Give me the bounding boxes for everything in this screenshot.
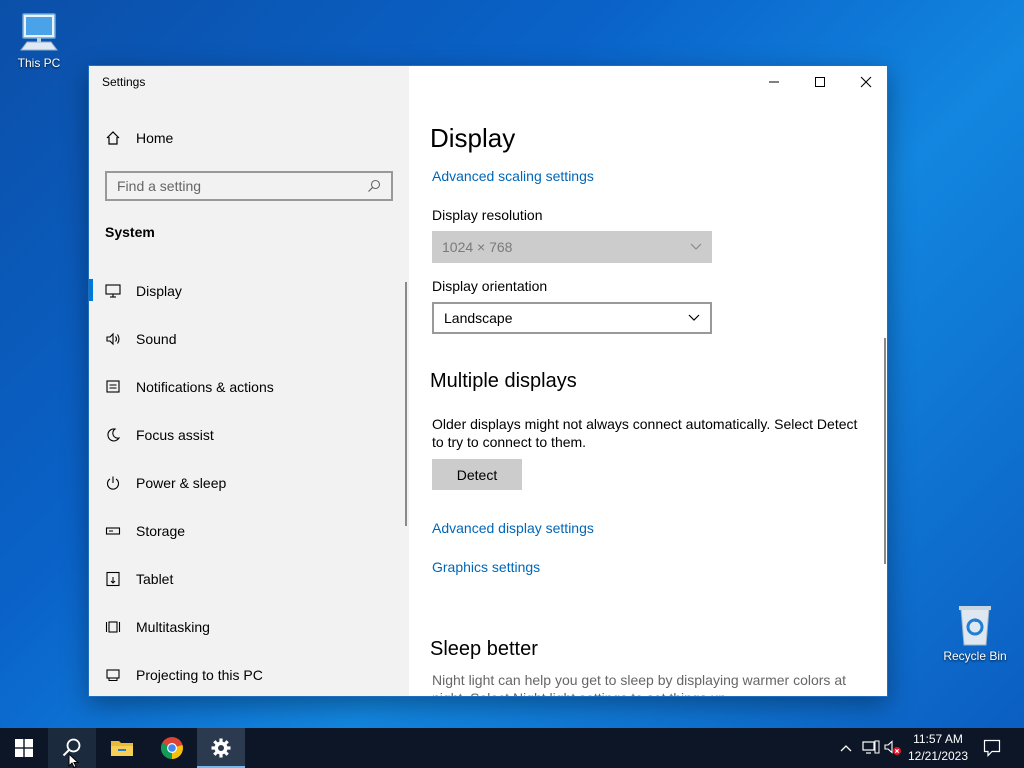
close-button[interactable] [843,66,887,98]
sleep-better-heading: Sleep better [430,638,538,660]
network-tray-button[interactable] [860,728,882,768]
sidebar-item-label: Tablet [136,571,174,587]
content-scrollbar[interactable] [884,338,886,564]
close-icon [860,76,872,88]
sidebar-item-label: Power & sleep [136,475,227,491]
clock-time: 11:57 AM [913,732,963,746]
sidebar-item-focus-assist[interactable]: Focus assist [89,411,409,459]
action-center-icon [983,739,1001,757]
network-icon [862,740,880,754]
moon-icon [105,427,121,443]
chevron-down-icon [690,243,702,250]
maximize-icon [815,77,825,87]
taskbar-clock[interactable]: 11:57 AM 12/21/2023 [902,731,974,765]
speaker-icon [105,331,121,347]
home-label: Home [136,130,174,146]
graphics-settings-link[interactable]: Graphics settings [432,559,540,575]
sidebar-item-label: Projecting to this PC [136,667,263,683]
sidebar-item-multitasking[interactable]: Multitasking [89,603,409,651]
sleep-better-text: Night light can help you get to sleep by… [432,672,846,696]
window-title: Settings [102,75,146,89]
windows-start-icon [15,739,33,757]
show-hidden-icons-button[interactable] [836,728,856,768]
chevron-down-icon [688,314,700,321]
sidebar-item-label: Sound [136,331,177,347]
sidebar-item-display[interactable]: Display [89,267,409,315]
chevron-up-icon [840,745,852,752]
advanced-display-link[interactable]: Advanced display settings [432,520,594,536]
sidebar-item-label: Storage [136,523,186,539]
file-explorer-taskbar-button[interactable] [98,728,146,768]
section-title: System [105,224,155,240]
start-button[interactable] [0,728,48,768]
sidebar-item-tablet[interactable]: Tablet [89,555,409,603]
search-placeholder: Find a setting [117,178,202,194]
sidebar-item-label: Display [136,283,182,299]
orientation-dropdown[interactable]: Landscape [432,302,712,334]
orientation-value: Landscape [444,310,513,326]
recycle-bin-icon [959,606,991,646]
content-pane: Display Advanced scaling settings Displa… [409,66,887,696]
volume-tray-button[interactable] [883,728,903,768]
settings-gear-icon [211,738,231,758]
computer-icon [20,13,58,51]
home-nav-item[interactable]: Home [105,130,173,146]
desktop-icon-recycle-bin[interactable]: Recycle Bin [937,603,1013,663]
home-icon [106,131,120,145]
tablet-icon [105,571,121,587]
file-explorer-icon [111,741,133,756]
desktop-icon-label: Recycle Bin [943,649,1007,663]
resolution-label: Display resolution [432,207,543,223]
sidebar-item-notifications[interactable]: Notifications & actions [89,363,409,411]
sidebar-item-sound[interactable]: Sound [89,315,409,363]
advanced-scaling-link[interactable]: Advanced scaling settings [432,168,594,184]
resolution-value: 1024 × 768 [442,239,513,255]
sidebar-item-storage[interactable]: Storage [89,507,409,555]
search-input[interactable]: Find a setting [105,171,393,201]
sidebar-scrollbar[interactable] [405,282,407,526]
action-center-button[interactable] [978,728,1006,768]
search-icon [368,179,381,192]
minimize-icon [769,81,779,83]
taskbar: 11:57 AM 12/21/2023 [0,728,1024,768]
monitor-icon [105,283,121,299]
multiple-displays-text: Older displays might not always connect … [432,416,858,450]
sidebar-item-label: Focus assist [136,427,214,443]
settings-taskbar-button[interactable] [197,728,245,768]
orientation-label: Display orientation [432,278,548,294]
desktop-icon-label: This PC [17,56,61,70]
sidebar-item-label: Multitasking [136,619,210,635]
minimize-button[interactable] [751,66,797,98]
detect-button[interactable]: Detect [432,459,522,490]
sidebar-item-label: Notifications & actions [136,379,274,395]
multitasking-icon [105,619,121,635]
storage-icon [105,523,121,539]
page-title: Display [430,123,516,153]
resolution-dropdown: 1024 × 768 [432,231,712,263]
settings-window: Settings Home Find a setting System Disp… [88,65,888,697]
volume-muted-icon [884,740,901,755]
projecting-icon [105,667,121,683]
sidebar-item-power-sleep[interactable]: Power & sleep [89,459,409,507]
notification-icon [105,379,121,395]
sidebar: Settings Home Find a setting System Disp… [89,66,409,696]
chrome-taskbar-button[interactable] [148,728,196,768]
chrome-icon [160,737,183,759]
multiple-displays-heading: Multiple displays [430,370,577,392]
maximize-button[interactable] [797,66,843,98]
mouse-cursor-icon [68,753,80,768]
sidebar-item-projecting[interactable]: Projecting to this PC [89,651,409,696]
power-icon [105,475,121,491]
desktop-icon-this-pc[interactable]: This PC [1,10,77,70]
sidebar-nav: Display Sound Notifications & actions Fo… [89,267,409,696]
clock-date: 12/21/2023 [907,749,969,763]
